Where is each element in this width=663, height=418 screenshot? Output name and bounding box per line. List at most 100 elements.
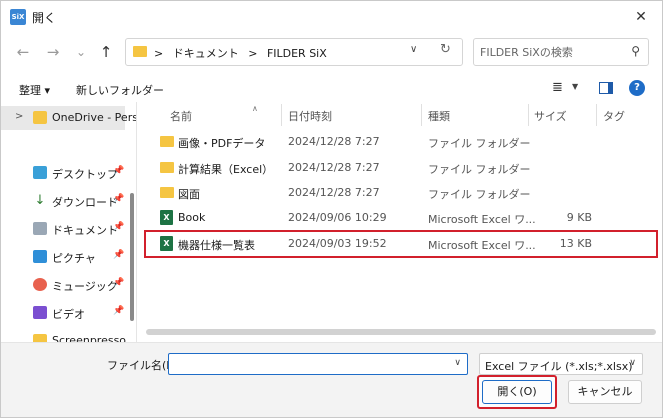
file-type-select[interactable]: Excel ファイル (*.xls;*.xlsx) ∨ — [479, 353, 643, 375]
file-row[interactable]: X Book 2024/09/06 10:29 Microsoft Excel … — [146, 206, 656, 230]
breadcrumb: > ドキュメント > FILDER SiX — [154, 45, 333, 61]
sidebar-item-downloads[interactable]: ↓ ダウンロード 📌 — [1, 189, 125, 213]
column-divider[interactable] — [281, 104, 282, 126]
column-header-date[interactable]: 日付時刻 — [288, 108, 332, 124]
horizontal-scrollbar[interactable] — [146, 329, 656, 335]
open-button[interactable]: 開く(O) — [482, 380, 552, 404]
music-icon — [33, 278, 47, 291]
folder-icon — [160, 162, 174, 173]
file-row[interactable]: 図面 2024/12/28 7:27 ファイル フォルダー — [146, 181, 656, 205]
file-type-value: Excel ファイル (*.xls;*.xlsx) — [485, 360, 633, 373]
chevron-down-icon[interactable]: ∨ — [454, 358, 461, 368]
column-divider[interactable] — [596, 104, 597, 126]
pin-icon: 📌 — [113, 278, 125, 288]
close-icon: ✕ — [635, 9, 647, 25]
column-divider[interactable] — [528, 104, 529, 126]
dialog-footer: ファイル名(N): ∨ Excel ファイル (*.xls;*.xlsx) ∨ … — [1, 342, 662, 417]
expand-chevron-icon[interactable]: > — [15, 111, 23, 122]
sidebar-item-label: OneDrive - Perso — [52, 111, 137, 124]
file-name: 画像・PDFデータ — [178, 137, 266, 150]
new-folder-button[interactable]: 新しいフォルダー — [76, 82, 164, 98]
file-size: 9 KB — [566, 211, 592, 224]
column-header-tag[interactable]: タグ — [603, 108, 625, 124]
up-arrow-icon: ↑ — [99, 43, 113, 61]
sidebar-item-label: ビデオ — [52, 308, 85, 321]
chevron-down-icon: ∨ — [629, 358, 636, 368]
file-row-selected[interactable]: X 機器仕様一覧表 2024/09/03 19:52 Microsoft Exc… — [144, 230, 658, 258]
open-file-dialog: SiX 開く ✕ ← → ⌄ ↑ > ドキュメント > FILDER SiX ∨… — [0, 0, 663, 418]
refresh-button[interactable]: ↻ — [440, 42, 451, 57]
pictures-icon — [33, 250, 47, 263]
file-type: ファイル フォルダー — [428, 188, 531, 201]
close-button[interactable]: ✕ — [628, 6, 654, 28]
filename-input[interactable]: ∨ — [168, 353, 468, 375]
column-header-size[interactable]: サイズ — [534, 108, 567, 124]
folder-icon — [33, 111, 47, 124]
column-divider[interactable] — [421, 104, 422, 126]
help-icon[interactable]: ? — [629, 80, 645, 96]
window-title: 開く — [32, 11, 57, 25]
sidebar-item-label: ミュージック — [52, 280, 118, 293]
folder-icon — [33, 334, 47, 342]
forward-button[interactable]: → — [43, 42, 63, 62]
download-icon: ↓ — [34, 193, 46, 208]
breadcrumb-documents[interactable]: ドキュメント — [173, 47, 239, 60]
title-bar: SiX 開く ✕ — [1, 1, 662, 32]
file-row[interactable]: 計算結果（Excel） 2024/12/28 7:27 ファイル フォルダー — [146, 156, 656, 180]
search-box[interactable]: ⚲ — [473, 38, 649, 66]
pin-icon: 📌 — [113, 166, 125, 176]
command-bar: 整理 ▾ 新しいフォルダー ≣ ▼ ? — [1, 76, 662, 102]
address-bar[interactable]: > ドキュメント > FILDER SiX ∨ ↻ — [125, 38, 463, 66]
file-date: 2024/09/03 19:52 — [288, 237, 387, 250]
sidebar-item-screenpresso[interactable]: Screenpresso — [1, 329, 127, 342]
address-dropdown-button[interactable]: ∨ — [410, 44, 417, 55]
pin-icon: 📌 — [113, 250, 125, 260]
sidebar-item-videos[interactable]: ビデオ 📌 — [1, 301, 125, 325]
file-size: 13 KB — [559, 237, 592, 250]
pin-icon: 📌 — [113, 222, 125, 232]
search-icon: ⚲ — [631, 44, 640, 58]
sidebar-item-label: ドキュメント — [52, 224, 118, 237]
sidebar-item-documents[interactable]: ドキュメント 📌 — [1, 217, 125, 241]
pin-icon: 📌 — [113, 306, 125, 316]
file-type: ファイル フォルダー — [428, 163, 531, 176]
column-header-name[interactable]: ∧ 名前 — [170, 104, 258, 124]
navigation-bar: ← → ⌄ ↑ > ドキュメント > FILDER SiX ∨ ↻ ⚲ — [1, 32, 662, 70]
chevron-down-icon: ∨ — [410, 44, 418, 55]
sidebar-scrollbar[interactable] — [128, 102, 136, 342]
file-type: Microsoft Excel ワ... — [428, 213, 536, 226]
search-input[interactable] — [480, 44, 620, 60]
sidebar-item-pictures[interactable]: ピクチャ 📌 — [1, 245, 125, 269]
sidebar-item-label: ダウンロード — [52, 196, 118, 209]
pin-icon: 📌 — [113, 194, 125, 204]
navigation-pane: > OneDrive - Perso デスクトップ 📌 ↓ ダウンロード 📌 ド… — [1, 102, 137, 342]
sidebar-item-desktop[interactable]: デスクトップ 📌 — [1, 161, 125, 185]
sort-ascending-icon: ∧ — [252, 104, 258, 113]
back-button[interactable]: ← — [13, 42, 33, 62]
breadcrumb-separator: > — [248, 47, 258, 60]
back-arrow-icon: ← — [16, 43, 30, 61]
file-list: ∧ 名前 日付時刻 種類 サイズ タグ 画像・PDFデータ 2024/12/28… — [138, 102, 662, 342]
app-icon: SiX — [10, 9, 26, 25]
file-date: 2024/12/28 7:27 — [288, 135, 380, 148]
organize-menu[interactable]: 整理 ▾ — [19, 82, 50, 98]
file-row[interactable]: 画像・PDFデータ 2024/12/28 7:27 ファイル フォルダー — [146, 130, 656, 154]
recent-locations-button[interactable]: ⌄ — [71, 42, 91, 62]
up-button[interactable]: ↑ — [96, 42, 116, 62]
sidebar-item-label: デスクトップ — [52, 168, 118, 181]
file-name: 図面 — [178, 188, 200, 201]
breadcrumb-filder-six[interactable]: FILDER SiX — [267, 47, 327, 60]
cancel-button[interactable]: キャンセル — [568, 380, 642, 404]
sidebar-item-onedrive[interactable]: > OneDrive - Perso — [1, 106, 136, 130]
sidebar-item-label: Screenpresso — [52, 334, 127, 342]
view-options-icon[interactable]: ≣ — [552, 80, 563, 95]
file-date: 2024/09/06 10:29 — [288, 211, 387, 224]
sidebar-scroll-thumb[interactable] — [130, 193, 134, 321]
preview-pane-icon[interactable] — [599, 82, 613, 94]
sidebar-item-music[interactable]: ミュージック 📌 — [1, 273, 125, 297]
file-type: Microsoft Excel ワ... — [428, 239, 536, 252]
column-header-type[interactable]: 種類 — [428, 108, 450, 124]
breadcrumb-separator: > — [154, 47, 164, 60]
sidebar-item-label: ピクチャ — [52, 252, 96, 265]
view-dropdown-icon[interactable]: ▼ — [572, 82, 578, 91]
